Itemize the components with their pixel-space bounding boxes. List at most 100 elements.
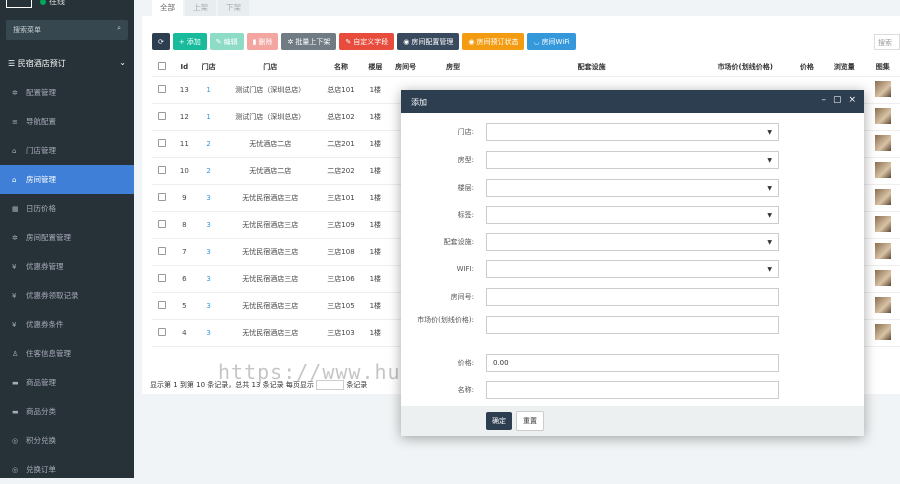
field-label: 标签:: [457, 211, 474, 219]
id-cell: 10: [172, 157, 197, 185]
field-label: WIFI:: [456, 265, 474, 273]
sidebar-item-3[interactable]: ⌂ 房间管理: [0, 165, 134, 194]
column-header[interactable]: 房间号: [388, 58, 423, 77]
sidebar-item-label: 日历价格: [26, 204, 56, 213]
wifi-button[interactable]: ◡ 房间WiFi: [527, 33, 576, 50]
sidebar-item-11[interactable]: ▬ 商品分类: [0, 397, 134, 426]
store-id-link[interactable]: 3: [196, 211, 221, 239]
sidebar-item-0[interactable]: ✲ 配置管理: [0, 78, 134, 107]
modal-header: 添加 – ▢ ×: [401, 90, 864, 113]
store-id-link[interactable]: 2: [196, 157, 221, 185]
text-field[interactable]: 0.00: [486, 354, 779, 372]
column-header[interactable]: 配套设施: [483, 58, 700, 77]
row-checkbox[interactable]: [158, 300, 167, 309]
row-checkbox[interactable]: [158, 165, 167, 174]
room-thumbnail[interactable]: [874, 80, 891, 97]
column-header[interactable]: 楼层: [362, 58, 389, 77]
select-field[interactable]: ▼: [486, 179, 779, 197]
select-field[interactable]: ▼: [486, 151, 779, 169]
store-id-link[interactable]: 1: [196, 76, 221, 104]
room-thumbnail[interactable]: [874, 323, 891, 340]
sidebar-item-9[interactable]: ♙ 住客信息管理: [0, 339, 134, 368]
room-thumbnail[interactable]: [874, 215, 891, 232]
select-field[interactable]: ▼: [486, 123, 779, 141]
search-icon[interactable]: ⌕: [117, 24, 121, 33]
store-id-link[interactable]: 2: [196, 130, 221, 158]
row-checkbox[interactable]: [158, 327, 167, 336]
room-thumbnail[interactable]: [874, 161, 891, 178]
store-cell: 测试门店（深圳总店）: [220, 76, 320, 104]
sidebar-item-label: 住客信息管理: [26, 349, 71, 358]
field-label: 房间号:: [450, 293, 474, 301]
booking-status-button[interactable]: ◉ 房间预订状态: [462, 33, 525, 50]
room-thumbnail[interactable]: [874, 188, 891, 205]
text-field[interactable]: [486, 288, 779, 306]
gallery-cell: [865, 265, 900, 293]
store-id-link[interactable]: 3: [196, 292, 221, 320]
column-header[interactable]: 市场价(划线价格): [699, 58, 791, 77]
select-all-checkbox[interactable]: [158, 61, 167, 70]
room-thumbnail[interactable]: [874, 242, 891, 259]
close-icon[interactable]: ×: [848, 95, 856, 105]
column-header[interactable]: Id: [172, 58, 197, 77]
confirm-button[interactable]: 确定: [486, 412, 512, 430]
store-id-link[interactable]: 3: [196, 238, 221, 266]
store-id-link[interactable]: 3: [196, 319, 221, 347]
room-thumbnail[interactable]: [874, 269, 891, 286]
refresh-button[interactable]: ⟳: [152, 33, 170, 50]
tab-0[interactable]: 全部: [152, 0, 183, 16]
delete-label: 删除: [258, 37, 273, 46]
sidebar-item-13[interactable]: ◎ 兑换订单: [0, 455, 134, 484]
row-checkbox[interactable]: [158, 219, 167, 228]
column-header[interactable]: 门店: [196, 58, 221, 77]
sidebar-item-5[interactable]: ✲ 房间配置管理: [0, 223, 134, 252]
menu-search-input[interactable]: 搜索菜单 ⌕: [6, 20, 128, 40]
maximize-icon[interactable]: ▢: [833, 95, 842, 105]
column-header[interactable]: 价格: [790, 58, 824, 77]
row-checkbox[interactable]: [158, 84, 167, 93]
row-checkbox[interactable]: [158, 111, 167, 120]
sidebar-item-12[interactable]: ◎ 积分兑换: [0, 426, 134, 455]
row-checkbox[interactable]: [158, 246, 167, 255]
minimize-icon[interactable]: –: [821, 95, 826, 105]
sidebar-item-2[interactable]: ⌂ 门店管理: [0, 136, 134, 165]
store-id-link[interactable]: 1: [196, 103, 221, 131]
store-id-link[interactable]: 3: [196, 265, 221, 293]
text-field[interactable]: [486, 381, 779, 399]
select-field[interactable]: ▼: [486, 233, 779, 251]
delete-button[interactable]: ▮ 删除: [246, 33, 279, 50]
table-search-input[interactable]: 搜索: [874, 34, 900, 50]
column-header[interactable]: 门店: [220, 58, 320, 77]
custom-field-button[interactable]: ✎ 自定义字段: [339, 33, 395, 50]
sidebar-item-1[interactable]: ≡ 导航配置: [0, 107, 134, 136]
sidebar-item-10[interactable]: ▬ 商品管理: [0, 368, 134, 397]
edit-button[interactable]: ✎ 编辑: [209, 33, 244, 50]
column-header[interactable]: 名称: [319, 58, 363, 77]
store-id-link[interactable]: 3: [196, 184, 221, 212]
add-button[interactable]: + 添加: [172, 33, 207, 50]
column-header[interactable]: 房型: [422, 58, 484, 77]
batch-toggle-button[interactable]: ✲ 批量上下架: [281, 33, 337, 50]
room-thumbnail[interactable]: [874, 134, 891, 151]
row-checkbox[interactable]: [158, 192, 167, 201]
select-field[interactable]: ▼: [486, 206, 779, 224]
floor-cell: 1楼: [362, 157, 389, 185]
tab-1[interactable]: 上架: [185, 0, 216, 16]
room-config-button[interactable]: ◉ 房间配置管理: [397, 33, 460, 50]
row-checkbox[interactable]: [158, 273, 167, 282]
gallery-cell: [865, 76, 900, 104]
tab-2[interactable]: 下架: [218, 0, 249, 16]
sidebar-item-8[interactable]: ¥ 优惠券条件: [0, 310, 134, 339]
sidebar-item-6[interactable]: ¥ 优惠券管理: [0, 252, 134, 281]
column-header[interactable]: 浏览量: [823, 58, 866, 77]
sidebar-item-7[interactable]: ¥ 优惠券领取记录: [0, 281, 134, 310]
reset-button[interactable]: 重置: [516, 411, 544, 431]
menu-group-hotel[interactable]: ☰ 民宿酒店预订 ⌄: [0, 52, 134, 74]
room-thumbnail[interactable]: [874, 107, 891, 124]
sidebar-item-4[interactable]: ▦ 日历价格: [0, 194, 134, 223]
column-header[interactable]: 图集: [865, 58, 900, 77]
text-field[interactable]: [486, 316, 779, 334]
row-checkbox[interactable]: [158, 138, 167, 147]
room-thumbnail[interactable]: [874, 296, 891, 313]
select-field[interactable]: ▼: [486, 260, 779, 278]
